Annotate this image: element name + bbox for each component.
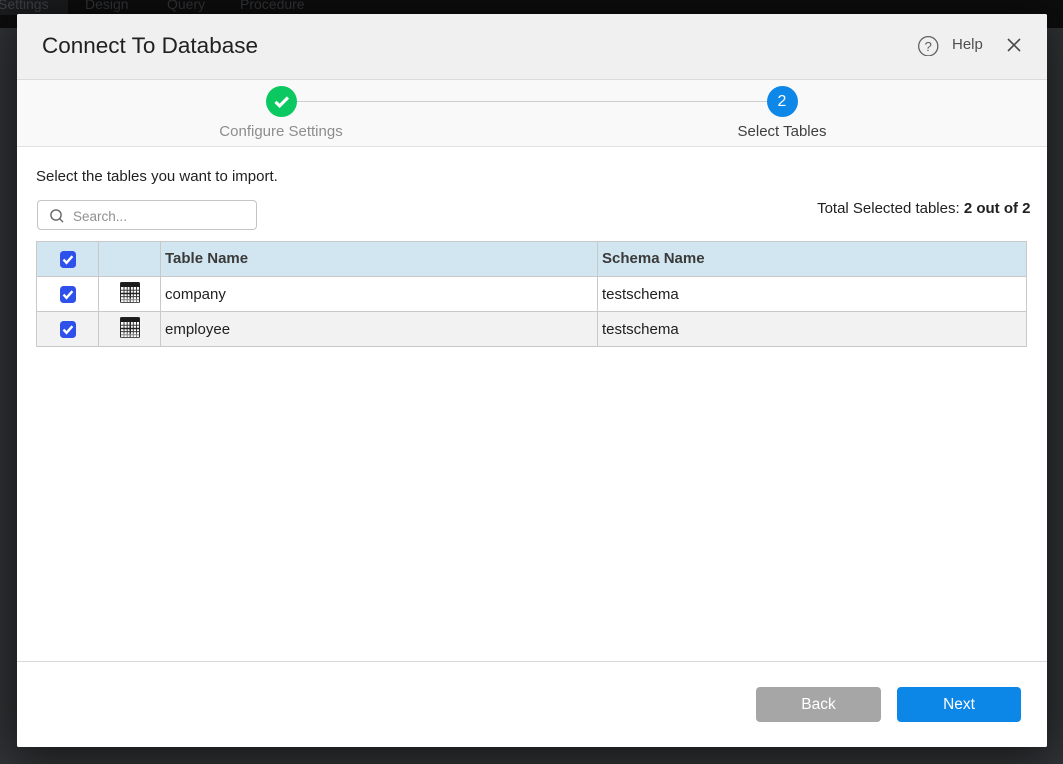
svg-text:?: ?	[925, 38, 932, 53]
